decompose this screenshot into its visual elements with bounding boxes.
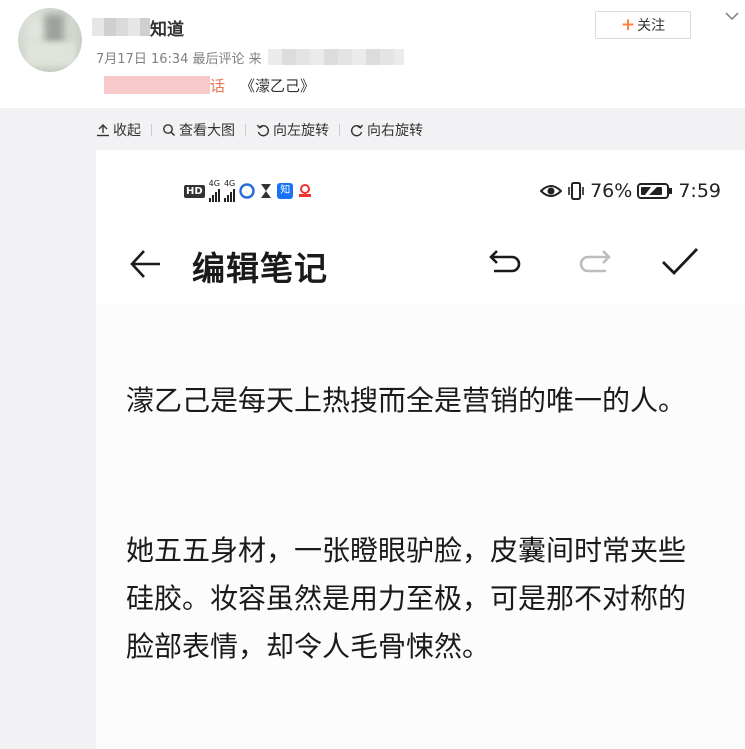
hourglass-icon	[261, 184, 272, 198]
avatar[interactable]	[18, 8, 82, 72]
divider	[151, 124, 152, 136]
phone-screenshot[interactable]: HD 4G 4G 知 76% 7:59 编辑笔记 濛乙己是每天上热搜而全是营销的…	[96, 150, 745, 749]
avatar-blur	[26, 42, 76, 66]
source-redaction	[104, 76, 210, 94]
rotate-right-button[interactable]: 向右旋转	[350, 120, 423, 140]
view-large-button[interactable]: 查看大图	[162, 120, 235, 140]
note-paragraph[interactable]: 濛乙己是每天上热搜而全是营销的唯一的人。	[126, 377, 706, 425]
redo-icon[interactable]	[578, 250, 612, 276]
phone-status-bar: HD 4G 4G 知 76% 7:59	[96, 150, 745, 202]
collapse-label: 收起	[113, 123, 141, 139]
vibrate-icon	[568, 182, 584, 200]
image-panel: 收起 查看大图 向左旋转 向右旋转 HD 4G 4G 知 76% 7:59 编辑…	[0, 108, 745, 749]
rotate-left-icon	[256, 124, 270, 137]
rotate-left-label: 向左旋转	[273, 123, 329, 139]
meta-redaction	[268, 49, 404, 65]
status-right-icons: 76% 7:59	[540, 180, 721, 202]
eye-icon	[540, 185, 563, 197]
check-icon[interactable]	[660, 246, 700, 278]
divider	[339, 124, 340, 136]
username-redaction	[92, 18, 150, 36]
chevron-down-icon[interactable]	[724, 8, 740, 24]
page-title: 编辑笔记	[192, 249, 328, 288]
battery-percent: 76%	[590, 180, 633, 202]
post-header: 知道 7月17日 16:34 最后评论 来 话 《濛乙己》 + 关注	[0, 0, 745, 108]
browser-app-icon	[239, 183, 255, 199]
follow-button[interactable]: + 关注	[595, 11, 691, 39]
back-arrow-icon[interactable]	[128, 246, 164, 282]
username[interactable]: 知道	[150, 15, 184, 40]
note-app-bar: 编辑笔记	[96, 230, 745, 298]
undo-icon[interactable]	[488, 250, 522, 276]
image-toolbar: 收起 查看大图 向左旋转 向右旋转	[96, 120, 423, 140]
avatar-blur	[44, 14, 64, 44]
rotate-right-label: 向右旋转	[367, 123, 423, 139]
plus-icon: +	[620, 15, 636, 35]
signal-icon: 4G	[208, 180, 220, 202]
divider	[245, 124, 246, 136]
status-left-icons: HD 4G 4G 知	[184, 180, 313, 202]
rotate-right-icon	[350, 124, 364, 137]
signal-icon: 4G	[223, 180, 235, 202]
note-body[interactable]: 濛乙己是每天上热搜而全是营销的唯一的人。 她五五身材，一张瞪眼驴脸，皮囊间时常夹…	[96, 305, 745, 749]
status-time: 7:59	[678, 180, 721, 202]
collapse-icon	[97, 124, 109, 137]
zhihu-app-icon: 知	[277, 183, 294, 199]
hd-badge: HD	[184, 184, 205, 198]
note-paragraph[interactable]: 她五五身材，一张瞪眼驴脸，皮囊间时常夹些硅胶。妆容虽然是用力至极，可是那不对称的…	[126, 527, 706, 671]
search-icon	[163, 124, 176, 137]
collapse-button[interactable]: 收起	[96, 120, 141, 140]
view-large-label: 查看大图	[179, 123, 235, 139]
post-meta: 7月17日 16:34 最后评论 来	[96, 52, 262, 67]
battery-icon	[637, 183, 673, 199]
source-title: 《濛乙己》	[240, 77, 316, 95]
follow-label: 关注	[637, 18, 666, 34]
app-icon	[299, 184, 312, 197]
source-link[interactable]: 话	[210, 75, 225, 96]
rotate-left-button[interactable]: 向左旋转	[256, 120, 329, 140]
